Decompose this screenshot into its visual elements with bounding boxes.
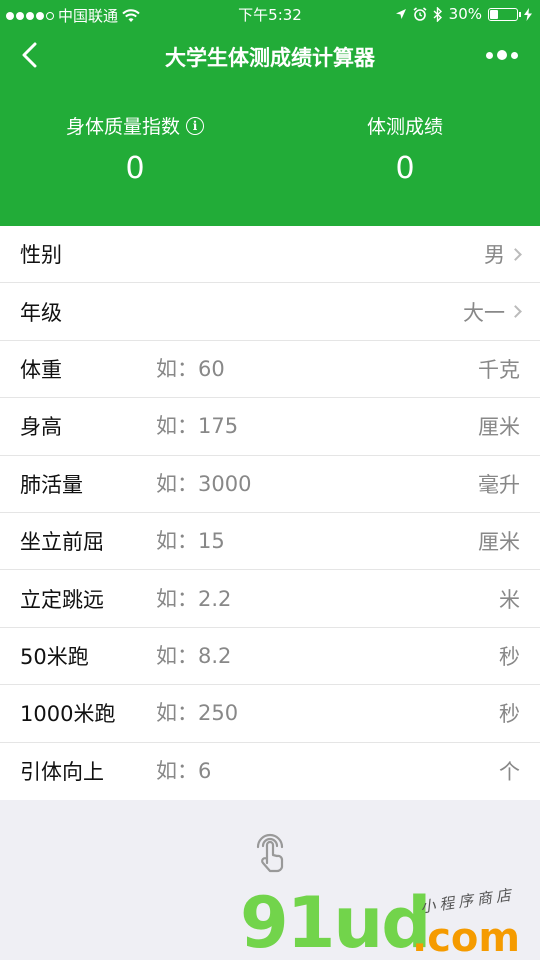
status-bar: 中国联通 下午5:32 30% <box>0 0 540 28</box>
form-row-pull-ups: 引体向上 个 <box>0 743 540 800</box>
long-jump-label: 立定跳远 <box>20 587 104 612</box>
chevron-right-icon <box>509 305 522 318</box>
gender-label: 性别 <box>20 243 62 268</box>
weight-input[interactable] <box>156 356 436 381</box>
50m-run-label: 50米跑 <box>20 644 89 669</box>
height-label: 身高 <box>20 415 62 440</box>
bmi-label: 身体质量指数 <box>65 116 180 138</box>
50m-run-input[interactable] <box>156 643 436 668</box>
watermark-domain: .com <box>412 915 521 960</box>
watermark-logo: 91ud <box>240 882 431 960</box>
bmi-value: 0 <box>125 151 145 186</box>
score-stat: 体测成绩 0 <box>275 112 535 186</box>
weight-label: 体重 <box>20 357 62 382</box>
form-row-sit-and-reach: 坐立前屈 厘米 <box>0 513 540 571</box>
grade-value: 大一 <box>463 300 505 325</box>
pull-ups-input[interactable] <box>156 759 436 784</box>
chevron-right-icon <box>509 247 522 261</box>
form-row-height: 身高 厘米 <box>0 398 540 456</box>
form-row-vital-capacity: 肺活量 毫升 <box>0 456 540 513</box>
form-list: 性别 男 年级 大一 体重 千克 身高 厘米 肺活量 毫升 坐立前屈 厘米 立定… <box>0 226 540 800</box>
height-unit: 厘米 <box>478 415 520 440</box>
alarm-icon <box>413 7 427 21</box>
sit-and-reach-label: 坐立前屈 <box>20 530 104 555</box>
sit-and-reach-input[interactable] <box>156 529 436 554</box>
bluetooth-icon <box>433 6 442 22</box>
score-value: 0 <box>395 151 415 186</box>
vital-capacity-label: 肺活量 <box>20 472 83 497</box>
form-row-weight: 体重 千克 <box>0 341 540 399</box>
gender-value: 男 <box>484 243 505 268</box>
more-menu-button[interactable] <box>482 45 522 65</box>
height-input[interactable] <box>156 414 436 439</box>
vital-capacity-input[interactable] <box>156 471 436 496</box>
location-arrow-icon <box>395 9 406 19</box>
info-icon[interactable]: i <box>186 116 204 135</box>
sit-and-reach-unit: 厘米 <box>478 530 520 555</box>
form-row-long-jump: 立定跳远 米 <box>0 570 540 628</box>
1000m-run-input[interactable] <box>156 701 436 726</box>
long-jump-unit: 米 <box>499 587 520 612</box>
pull-ups-label: 引体向上 <box>20 760 104 785</box>
50m-run-unit: 秒 <box>499 644 520 669</box>
navigation-bar: 大学生体测成绩计算器 <box>0 30 540 80</box>
header: 中国联通 下午5:32 30% 大学生体测成绩计算器 身体质量指数 i 0 体测… <box>0 0 540 226</box>
1000m-run-label: 1000米跑 <box>20 702 116 727</box>
form-row-1000m-run: 1000米跑 秒 <box>0 685 540 743</box>
score-label: 体测成绩 <box>366 116 443 138</box>
battery-percent: 30% <box>448 5 482 23</box>
1000m-run-unit: 秒 <box>499 702 520 727</box>
hand-tap-icon <box>256 833 284 873</box>
charging-icon <box>524 7 532 21</box>
weight-unit: 千克 <box>478 357 520 382</box>
vital-capacity-unit: 毫升 <box>478 472 520 497</box>
pull-ups-unit: 个 <box>499 760 520 785</box>
battery-icon <box>488 7 521 21</box>
grade-selector[interactable]: 年级 大一 <box>0 283 540 341</box>
gender-selector[interactable]: 性别 男 <box>0 226 540 284</box>
long-jump-input[interactable] <box>156 586 436 611</box>
grade-label: 年级 <box>20 300 62 325</box>
bmi-stat: 身体质量指数 i 0 <box>5 112 265 186</box>
form-row-50m-run: 50米跑 秒 <box>0 628 540 686</box>
page-title: 大学生体测成绩计算器 <box>165 46 375 70</box>
